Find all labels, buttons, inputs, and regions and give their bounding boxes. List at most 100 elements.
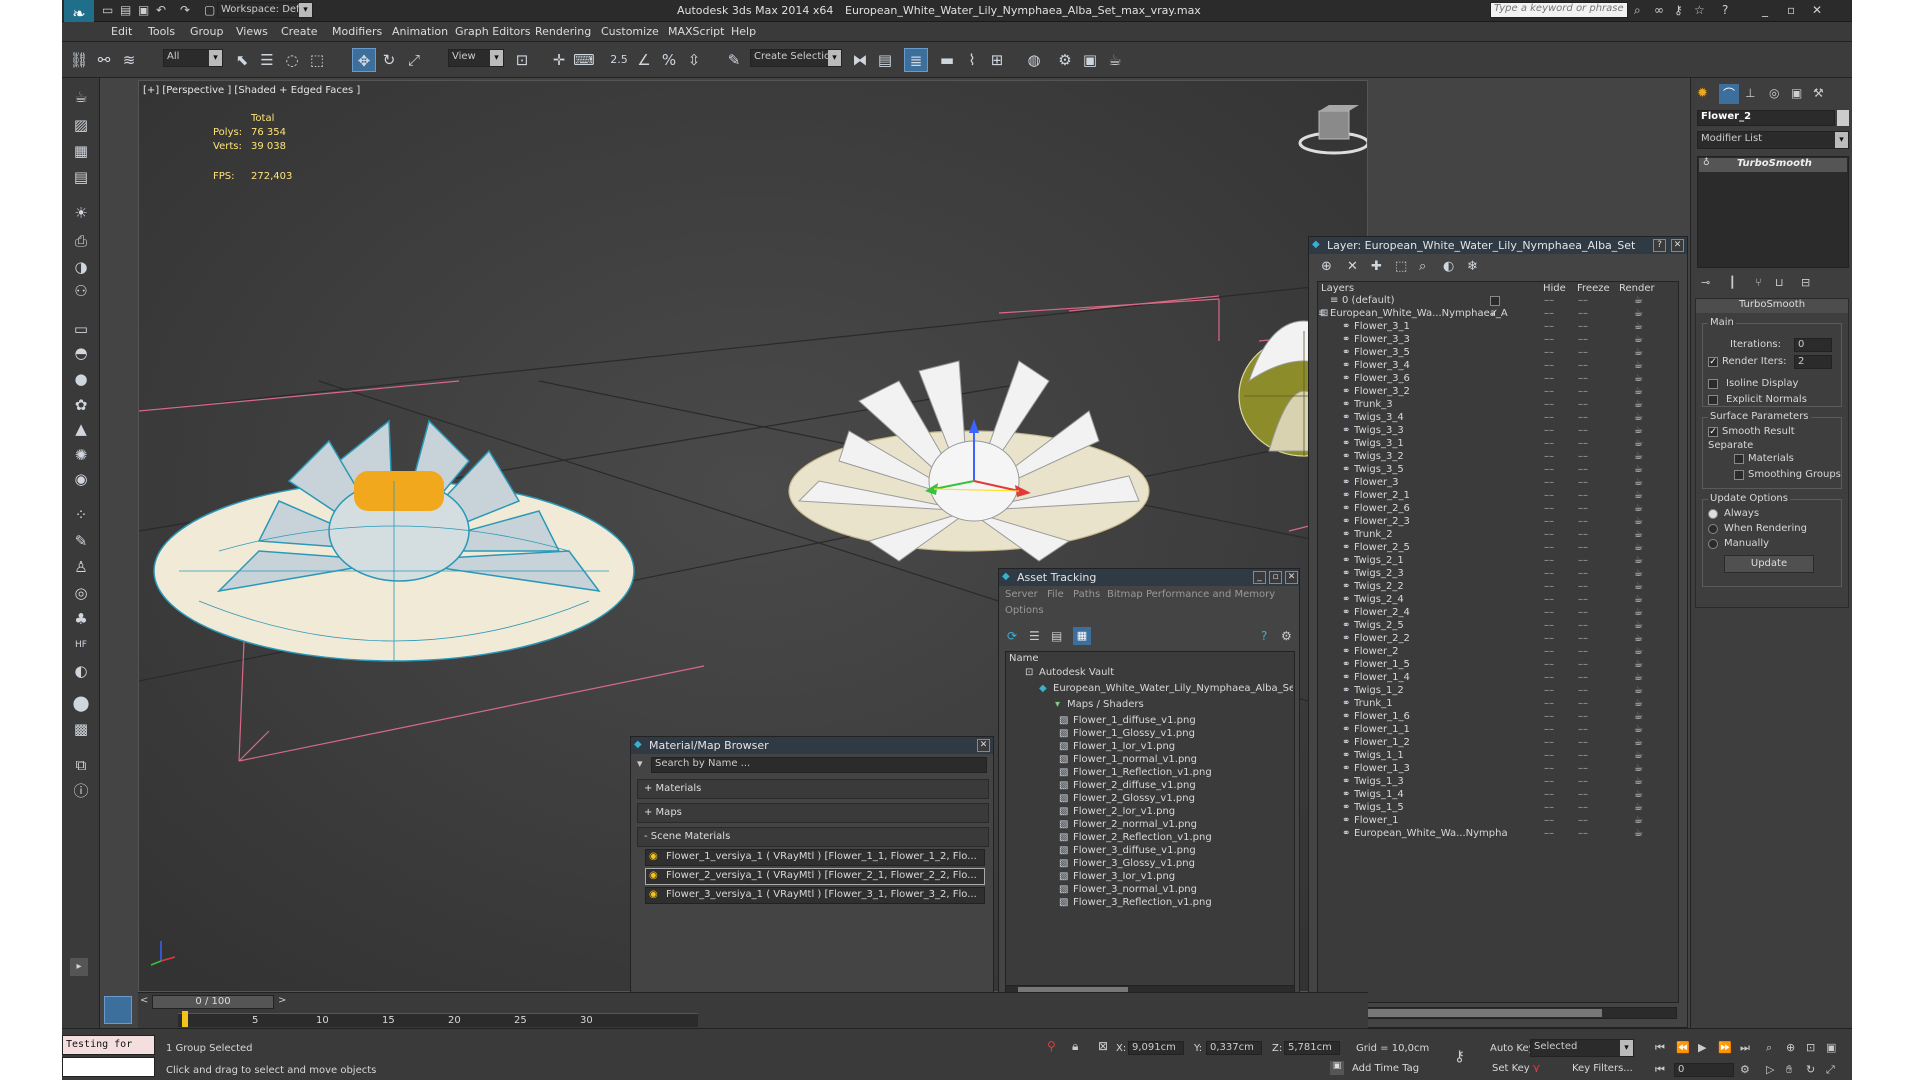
table-view-icon[interactable]: ▤ bbox=[1051, 629, 1062, 643]
object-name-field[interactable]: Flower_2 bbox=[1697, 110, 1835, 126]
layer-row[interactable]: ⚭ Twigs_2_3 –– –– ☕ bbox=[1318, 568, 1678, 581]
asset-col-name[interactable]: Name bbox=[1009, 653, 1039, 664]
freeze-toggle[interactable]: –– bbox=[1578, 698, 1588, 709]
render-teapot-icon[interactable]: ☕ bbox=[1634, 386, 1643, 397]
layer-row[interactable]: ⚭ Flower_1_5 –– –– ☕ bbox=[1318, 659, 1678, 672]
isolate-selection-icon[interactable]: ⚲ bbox=[1047, 1039, 1056, 1053]
freeze-toggle[interactable]: –– bbox=[1578, 672, 1588, 683]
hide-toggle[interactable]: –– bbox=[1544, 763, 1554, 774]
hide-toggle[interactable]: –– bbox=[1544, 737, 1554, 748]
layer-row[interactable]: ⚭ Twigs_3_1 –– –– ☕ bbox=[1318, 438, 1678, 451]
freeze-toggle[interactable]: –– bbox=[1578, 776, 1588, 787]
layer-row[interactable]: ⚭ Flower_2_3 –– –– ☕ bbox=[1318, 516, 1678, 529]
align-icon[interactable]: ▤ bbox=[873, 48, 897, 72]
help-icon[interactable]: ? bbox=[1722, 3, 1728, 17]
render-teapot-icon[interactable]: ☕ bbox=[1634, 438, 1643, 449]
person-icon[interactable]: ♙ bbox=[68, 556, 94, 578]
hide-toggle[interactable]: –– bbox=[1544, 776, 1554, 787]
render-teapot-icon[interactable]: ☕ bbox=[1634, 828, 1643, 839]
flower-icon[interactable]: ✿ bbox=[68, 394, 94, 416]
asset-file-row[interactable]: ▧ Flower_2_Ior_v1.png bbox=[1059, 806, 1293, 819]
material-browser-close-button[interactable]: ✕ bbox=[977, 739, 990, 752]
material-item[interactable]: ◉ Flower_3_versiya_1 ( VRayMtl ) [Flower… bbox=[645, 887, 985, 904]
freeze-toggle[interactable]: –– bbox=[1578, 659, 1588, 670]
next-frame-icon[interactable]: > bbox=[278, 995, 286, 1006]
render-teapot-icon[interactable]: ☕ bbox=[1634, 542, 1643, 553]
sun-icon[interactable]: ✺ bbox=[68, 444, 94, 466]
render-teapot-icon[interactable]: ☕ bbox=[1634, 451, 1643, 462]
hide-toggle[interactable]: –– bbox=[1544, 698, 1554, 709]
freeze-toggle[interactable]: –– bbox=[1578, 724, 1588, 735]
render-teapot-icon[interactable]: ☕ bbox=[1634, 698, 1643, 709]
asset-file-row[interactable]: ▧ Flower_1_Glossy_v1.png bbox=[1059, 728, 1293, 741]
set-key-button[interactable]: Set Key bbox=[1492, 1063, 1530, 1074]
hide-toggle[interactable]: –– bbox=[1544, 659, 1554, 670]
go-to-start-icon[interactable]: ⏮ bbox=[1655, 1041, 1665, 1055]
layer-row[interactable]: ⚭ Flower_1_1 –– –– ☕ bbox=[1318, 724, 1678, 737]
time-tag-icon[interactable]: ▣ bbox=[1330, 1061, 1344, 1075]
highlight-selected-icon[interactable]: ⌕ bbox=[1419, 259, 1426, 274]
material-item[interactable]: ◉ Flower_2_versiya_1 ( VRayMtl ) [Flower… bbox=[645, 868, 985, 885]
image-icon[interactable]: ▨ bbox=[68, 114, 94, 136]
redo-icon[interactable]: ↷ bbox=[180, 3, 190, 17]
active-layer-check-icon[interactable]: ✓ bbox=[1490, 308, 1498, 319]
next-key-icon[interactable]: ⏩ bbox=[1718, 1041, 1732, 1054]
freeze-toggle[interactable]: –– bbox=[1578, 347, 1588, 358]
layer-row[interactable]: ⊟ ≡ European_White_Wa...Nymphaea_Alt ✓ –– –– ☕ bbox=[1318, 308, 1678, 321]
asset-file-row[interactable]: ▧ Flower_2_Reflection_v1.png bbox=[1059, 832, 1293, 845]
asset-file-row[interactable]: ▧ Flower_1_normal_v1.png bbox=[1059, 754, 1293, 767]
render-teapot-icon[interactable]: ☕ bbox=[1634, 763, 1643, 774]
display-tab-icon[interactable]: ▣ bbox=[1791, 86, 1802, 100]
set-key-icon[interactable]: ⋎ bbox=[1532, 1061, 1541, 1075]
time-slider-bar[interactable]: 0 / 100 bbox=[152, 995, 274, 1009]
layer-row[interactable]: ⚭ Twigs_2_4 –– –– ☕ bbox=[1318, 594, 1678, 607]
edit-named-selection-icon[interactable]: ✎ bbox=[722, 48, 746, 72]
layer-row[interactable]: ⚭ Flower_2_4 –– –– ☕ bbox=[1318, 607, 1678, 620]
hide-toggle[interactable]: –– bbox=[1544, 802, 1554, 813]
mini-curve-editor-button[interactable] bbox=[104, 996, 132, 1024]
col-layers-header[interactable]: Layers bbox=[1321, 283, 1354, 294]
asset-vault-row[interactable]: Autodesk Vault bbox=[1039, 667, 1114, 683]
script-icon[interactable]: ⧉ bbox=[68, 754, 94, 776]
render-teapot-icon[interactable]: ☕ bbox=[1634, 334, 1643, 345]
time-slider[interactable]: < 0 / 100 > 5 10 15 20 25 30 bbox=[138, 992, 1368, 1028]
selection-filter-select[interactable]: All ▾ bbox=[163, 49, 223, 67]
expand-arrow-icon[interactable]: ▸ bbox=[70, 958, 88, 976]
hide-toggle[interactable]: –– bbox=[1544, 568, 1554, 579]
render-teapot-icon[interactable]: ☕ bbox=[1634, 568, 1643, 579]
freeze-toggle[interactable]: –– bbox=[1578, 464, 1588, 475]
select-manipulate-icon[interactable]: ✛ bbox=[547, 48, 571, 72]
render-teapot-icon[interactable]: ☕ bbox=[1634, 581, 1643, 592]
scroll-thumb[interactable] bbox=[1332, 1009, 1602, 1017]
layer-row[interactable]: ⚭ Twigs_2_5 –– –– ☕ bbox=[1318, 620, 1678, 633]
helper-icon[interactable]: ◑ bbox=[68, 256, 94, 278]
layer-row[interactable]: ⚭ Flower_3_5 –– –– ☕ bbox=[1318, 347, 1678, 360]
hide-toggle[interactable]: –– bbox=[1544, 295, 1554, 306]
render-teapot-icon[interactable]: ☕ bbox=[1634, 399, 1643, 410]
freeze-toggle[interactable]: –– bbox=[1578, 607, 1588, 618]
pivot-center-icon[interactable]: ⊡ bbox=[510, 48, 534, 72]
curve-editor-icon[interactable]: ⌇ bbox=[960, 48, 984, 72]
menu-modifiers[interactable]: Modifiers bbox=[332, 25, 382, 38]
layer-row[interactable]: ⚭ Twigs_1_1 –– –– ☕ bbox=[1318, 750, 1678, 763]
window-crossing-icon[interactable]: ⬚ bbox=[305, 48, 329, 72]
smooth-result-checkbox[interactable]: ✓ bbox=[1708, 427, 1718, 437]
layer-row[interactable]: ⚭ Flower_1_6 –– –– ☕ bbox=[1318, 711, 1678, 724]
render-teapot-icon[interactable]: ☕ bbox=[1634, 685, 1643, 696]
freeze-toggle[interactable]: –– bbox=[1578, 620, 1588, 631]
remove-modifier-icon[interactable]: ⊔ bbox=[1775, 276, 1784, 289]
render-teapot-icon[interactable]: ☕ bbox=[1634, 815, 1643, 826]
render-teapot-icon[interactable]: ☕ bbox=[1634, 789, 1643, 800]
delete-layer-icon[interactable]: ✕ bbox=[1347, 259, 1358, 274]
layer-help-button[interactable]: ? bbox=[1653, 239, 1666, 252]
utilities-tab-icon[interactable]: ⚒ bbox=[1813, 86, 1824, 100]
select-by-name-icon[interactable]: ☰ bbox=[255, 48, 279, 72]
render-teapot-icon[interactable]: ☕ bbox=[1634, 646, 1643, 657]
time-slider-handle[interactable] bbox=[182, 1011, 188, 1027]
maximize-viewport-icon[interactable]: ⤢ bbox=[1826, 1063, 1835, 1077]
material-sphere-icon[interactable]: ⬤ bbox=[68, 692, 94, 714]
layer-row[interactable]: ⚭ Flower_2_5 –– –– ☕ bbox=[1318, 542, 1678, 555]
hemisphere-icon[interactable]: ◓ bbox=[68, 342, 94, 364]
render-teapot-icon[interactable]: ☕ bbox=[1634, 737, 1643, 748]
ribbon-icon[interactable]: ▬ bbox=[935, 48, 959, 72]
